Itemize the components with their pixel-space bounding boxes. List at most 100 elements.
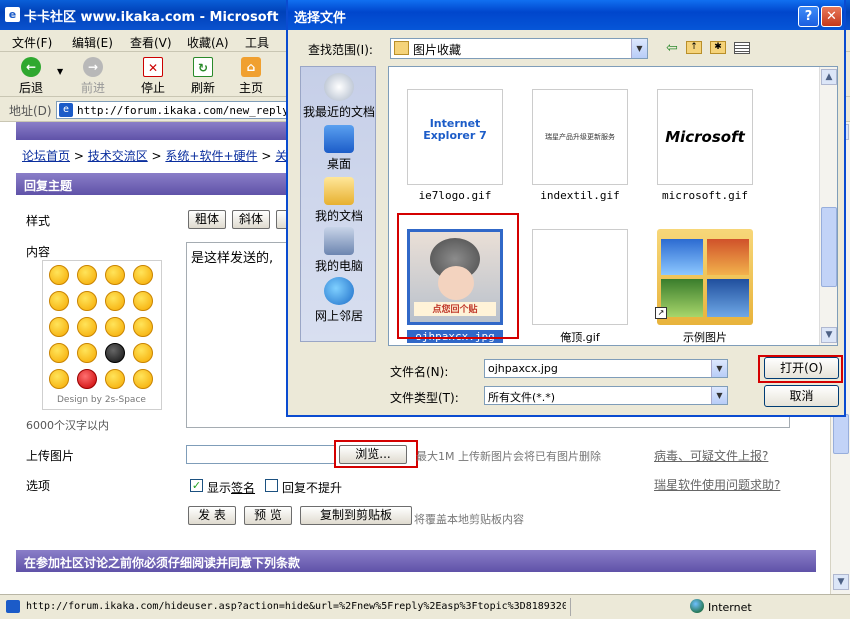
file-name-anding[interactable]: 俺顶.gif — [520, 329, 640, 345]
status-bar: http://forum.ikaka.com/hideuser.asp?acti… — [0, 594, 850, 619]
emoji-icon[interactable] — [49, 291, 69, 311]
back-dropdown-icon[interactable]: ▼ — [57, 67, 63, 76]
emoji-icon[interactable] — [133, 369, 153, 389]
status-page-icon — [6, 600, 20, 613]
filename-chevron-down-icon[interactable]: ▼ — [711, 360, 727, 377]
new-folder-icon[interactable]: ✱ — [710, 41, 726, 54]
filetype-select[interactable]: 所有文件(*.*) ▼ — [484, 386, 728, 405]
file-list-scrollbar[interactable]: ▲ ▼ — [819, 67, 837, 345]
menu-tools[interactable]: 工具 — [245, 34, 269, 51]
virus-report-link[interactable]: 病毒、可疑文件上报? — [654, 447, 768, 464]
close-button[interactable]: ✕ — [821, 6, 842, 27]
breadcrumb-system-software[interactable]: 系统+软件+硬件 — [165, 149, 257, 163]
file-dialog: 选择文件 ? ✕ 查找范围(I): 图片收藏 ▼ ⇦ ↑ ✱ 我最近的文档 桌面… — [286, 0, 846, 417]
stop-label: 停止 — [140, 81, 165, 95]
emoji-icon[interactable] — [77, 317, 97, 337]
show-signature-checkbox[interactable]: ✓ — [190, 479, 203, 492]
file-scroll-down-icon[interactable]: ▼ — [821, 327, 837, 343]
emoji-icon[interactable] — [133, 317, 153, 337]
submit-button[interactable]: 发 表 — [188, 506, 236, 525]
char-limit-text: 6000个汉字以内 — [26, 419, 109, 432]
places-desktop[interactable]: 桌面 — [301, 125, 377, 172]
documents-folder-icon — [324, 177, 354, 205]
emoji-icon[interactable] — [133, 343, 153, 363]
show-signature-label: 显示签名 — [207, 481, 256, 495]
emoji-icon[interactable] — [49, 265, 69, 285]
breadcrumb-forum-home[interactable]: 论坛首页 — [22, 149, 70, 163]
options-label: 选项 — [26, 479, 51, 493]
menu-favorites[interactable]: 收藏(A) — [187, 34, 229, 51]
scroll-down-icon[interactable]: ▼ — [833, 574, 849, 590]
computer-icon — [324, 227, 354, 255]
content-text: 是这样发送的, — [191, 251, 274, 266]
filetype-value: 所有文件(*.*) — [488, 391, 556, 404]
menu-edit[interactable]: 编辑(E) — [72, 34, 113, 51]
help-button[interactable]: ? — [798, 6, 819, 27]
home-label: 主页 — [238, 81, 263, 95]
emoji-icon[interactable] — [105, 291, 125, 311]
no-bump-checkbox[interactable] — [265, 479, 278, 492]
cancel-button[interactable]: 取消 — [764, 385, 839, 407]
emoji-icon[interactable] — [77, 369, 97, 389]
file-thumbnail-microsoft[interactable]: Microsoft — [657, 89, 753, 185]
view-menu-icon[interactable] — [734, 42, 750, 54]
file-thumbnail-anding[interactable] — [532, 229, 628, 325]
menu-file[interactable]: 文件(F) — [12, 34, 52, 51]
home-button[interactable]: ⌂ 主页 — [228, 55, 274, 95]
emoji-icon[interactable] — [105, 369, 125, 389]
emoji-icon[interactable] — [77, 265, 97, 285]
chevron-down-icon[interactable]: ▼ — [631, 39, 647, 58]
refresh-button[interactable]: ↻ 刷新 — [180, 55, 226, 95]
places-recent[interactable]: 我最近的文档 — [301, 73, 377, 120]
file-thumbnail-indextil[interactable]: 瑞星产品升级更新服务 — [532, 89, 628, 185]
emoji-icon[interactable] — [133, 265, 153, 285]
look-in-select[interactable]: 图片收藏 ▼ — [390, 38, 648, 59]
back-icon[interactable]: ⇦ — [666, 40, 678, 56]
status-url: http://forum.ikaka.com/hideuser.asp?acti… — [26, 601, 566, 612]
filetype-label: 文件类型(T): — [390, 391, 459, 405]
copy-clipboard-button[interactable]: 复制到剪贴板 — [300, 506, 412, 525]
usage-help-link[interactable]: 瑞星软件使用问题求助? — [654, 476, 780, 493]
emoji-icon[interactable] — [105, 265, 125, 285]
upload-path-input[interactable] — [186, 445, 336, 464]
emoji-icon[interactable] — [133, 291, 153, 311]
menu-view[interactable]: 查看(V) — [130, 34, 172, 51]
file-scroll-thumb[interactable] — [821, 207, 837, 287]
places-network[interactable]: 网上邻居 — [301, 277, 377, 324]
network-globe-icon — [324, 277, 354, 305]
emoji-icon[interactable] — [77, 343, 97, 363]
emoji-icon[interactable] — [49, 369, 69, 389]
file-thumbnail-ie7logo[interactable]: Internet Explorer 7 — [407, 89, 503, 185]
back-button[interactable]: ← 后退 — [8, 55, 54, 95]
file-scroll-up-icon[interactable]: ▲ — [821, 69, 837, 85]
file-name-ie7logo[interactable]: ie7logo.gif — [395, 189, 515, 202]
places-computer[interactable]: 我的电脑 — [301, 227, 377, 274]
file-name-microsoft[interactable]: microsoft.gif — [645, 189, 765, 202]
filetype-chevron-down-icon[interactable]: ▼ — [711, 387, 727, 404]
microsoft-logo-image: Microsoft — [665, 128, 745, 146]
file-name-indextil[interactable]: indextil.gif — [520, 189, 640, 202]
back-label: 后退 — [18, 81, 43, 95]
folder-thumbnail-sample-pictures[interactable]: ↗ — [655, 229, 753, 325]
forward-button[interactable]: → 前进 — [70, 55, 116, 95]
signature-link[interactable]: 签名 — [231, 481, 255, 495]
emoji-icon[interactable] — [77, 291, 97, 311]
preview-button[interactable]: 预 览 — [244, 506, 292, 525]
breadcrumb-tech-exchange[interactable]: 技术交流区 — [88, 149, 148, 163]
globe-icon — [690, 599, 704, 613]
emoji-icon[interactable] — [105, 343, 125, 363]
emoji-icon[interactable] — [105, 317, 125, 337]
filename-input[interactable]: ojhpaxcx.jpg ▼ — [484, 359, 728, 378]
places-documents[interactable]: 我的文档 — [301, 177, 377, 224]
stop-button[interactable]: ✕ 停止 — [130, 55, 176, 95]
emoji-icon[interactable] — [49, 317, 69, 337]
dialog-title: 选择文件 — [294, 11, 347, 26]
emoji-icon[interactable] — [49, 343, 69, 363]
scroll-thumb[interactable] — [833, 414, 849, 454]
up-folder-icon[interactable]: ↑ — [686, 41, 702, 54]
bold-button[interactable]: 粗体 — [188, 210, 226, 229]
places-network-label: 网上邻居 — [314, 309, 363, 323]
file-name-sample-pictures[interactable]: 示例图片 — [645, 329, 765, 345]
italic-button[interactable]: 斜体 — [232, 210, 270, 229]
file-list-view[interactable]: Internet Explorer 7 ie7logo.gif 瑞星产品升级更新… — [388, 66, 838, 346]
